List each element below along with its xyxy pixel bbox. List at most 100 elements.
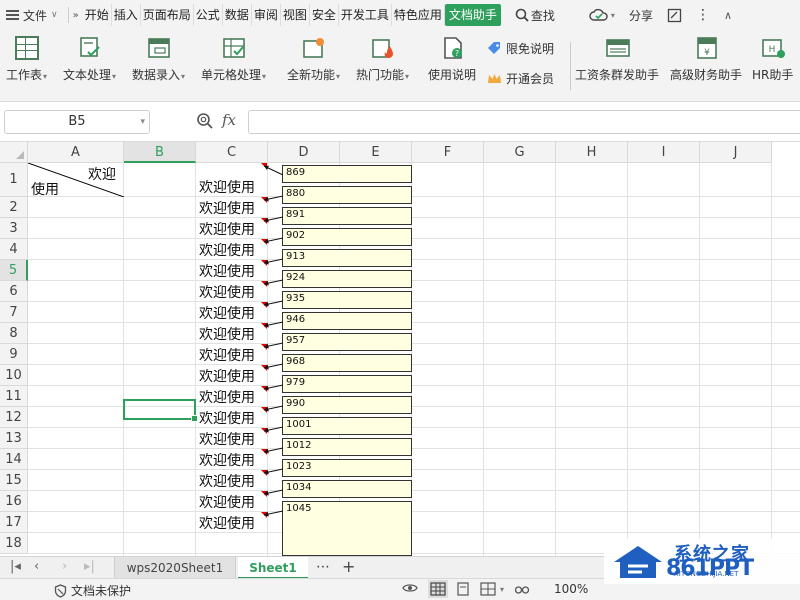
worksheet-button[interactable]: 工作表 [6, 36, 47, 83]
spreadsheet-grid: ABCDEFGHIJ 1 2 3 4 5 6 7 8 9 10 11 12 13 14 15 16 17 18 欢… [0, 142, 800, 556]
payroll-slip-button[interactable]: 工资条群发助手 [575, 36, 660, 83]
cloud-sync-button[interactable]: ▾ [585, 0, 619, 30]
comment-arrowhead [264, 343, 269, 349]
svg-text:¥: ¥ [704, 48, 710, 58]
insert-function-button[interactable]: fx [222, 111, 236, 129]
formula-bar: B5 ▾ fx [0, 102, 800, 142]
page-layout-button[interactable] [456, 582, 470, 596]
cell-reference: B5 [68, 114, 86, 129]
new-features-button[interactable]: 全新功能 [287, 36, 340, 83]
name-box[interactable]: B5 ▾ [4, 110, 150, 134]
fire-grid-icon [371, 39, 393, 58]
tab-5[interactable]: 审阅 [252, 4, 281, 26]
hot-features-label: 热门功能 [356, 66, 409, 83]
text-check-icon [79, 37, 100, 57]
vip-button[interactable]: 开通会员 [487, 70, 554, 87]
tab-3[interactable]: 公式 [194, 4, 223, 26]
page-break-icon [480, 582, 496, 596]
chevron-down-icon: ▾ [140, 117, 145, 127]
hot-features-button[interactable]: 热门功能 [356, 36, 409, 83]
cell-check-icon [222, 38, 245, 58]
data-entry-label: 数据录入 [132, 66, 185, 83]
usage-guide-button[interactable]: ? 使用说明 [428, 36, 477, 83]
search-icon [515, 8, 529, 22]
share-button[interactable]: 分享 [625, 0, 657, 30]
watermark-small-text: XITONGZHIJIA.NET [674, 570, 739, 578]
sheet-tab-sheet1[interactable]: Sheet1 [238, 557, 308, 579]
chevron-up-icon: ∧ [723, 8, 733, 22]
last-sheet-button[interactable]: ▸| [84, 559, 95, 574]
finance-assistant-button[interactable]: ¥ 高级财务助手 [670, 36, 743, 83]
view-eye-button[interactable] [402, 582, 418, 594]
search-button[interactable]: 查找 [511, 0, 559, 30]
tab-0[interactable]: 开始 [83, 4, 112, 26]
more-sheets-icon[interactable]: ⋯ [316, 559, 330, 575]
tab-10[interactable]: 文档助手 [444, 4, 501, 26]
shield-icon [54, 583, 67, 598]
search-label: 查找 [530, 8, 555, 23]
tab-6[interactable]: 视图 [281, 4, 310, 26]
collapse-ribbon-button[interactable]: ∧ [720, 0, 736, 30]
file-menu[interactable]: 文件 ∨ [0, 0, 64, 30]
edit-box-icon [667, 8, 682, 22]
comment-arrowhead [264, 427, 269, 433]
hr-assistant-label: HR助手 [752, 68, 794, 82]
more-icon: ⋮ [695, 7, 710, 23]
data-entry-icon [147, 38, 170, 58]
zoom-level-label: 100% [554, 582, 589, 596]
comment-arrowhead [264, 406, 269, 412]
comment-arrowhead [264, 196, 269, 202]
comment-arrowhead [264, 301, 269, 307]
worksheet-icon [14, 36, 39, 60]
formula-input[interactable] [248, 110, 800, 134]
tab-1[interactable]: 插入 [112, 4, 141, 26]
text-processing-button[interactable]: 文本处理 [63, 36, 116, 83]
normal-view-button[interactable] [428, 580, 448, 598]
vip-label: 开通会员 [506, 72, 555, 86]
comment-arrowhead [264, 280, 269, 286]
tag-icon [488, 42, 500, 54]
finance-assistant-label: 高级财务助手 [670, 68, 743, 82]
cloud-check-icon [589, 8, 608, 21]
comment-arrowhead [264, 385, 269, 391]
finance-icon: ¥ [696, 37, 717, 59]
ribbon-tabs: 开始 插入 页面布局 公式 数据 审阅 视图 安全 开发工具 特色应用 文档助手 [83, 0, 501, 30]
zoom-lookup-icon[interactable] [196, 112, 214, 130]
comment-arrowhead [264, 490, 269, 496]
next-sheet-button[interactable]: › [62, 559, 67, 574]
note-button[interactable] [663, 0, 686, 30]
first-sheet-button[interactable]: |◂ [10, 559, 21, 574]
quick-access-chevron-icon[interactable]: » [73, 10, 79, 21]
selected-cell-b5[interactable] [123, 399, 198, 422]
comment-arrowhead [264, 238, 269, 244]
protect-status-label: 文档未保护 [71, 584, 132, 598]
tab-2[interactable]: 页面布局 [141, 4, 194, 26]
share-label: 分享 [628, 8, 653, 23]
hr-icon: H [762, 39, 786, 58]
sheet-tab-wps2020sheet1[interactable]: wps2020Sheet1 [114, 557, 236, 579]
cell-processing-button[interactable]: 单元格处理 [201, 36, 266, 83]
tab-8[interactable]: 开发工具 [339, 4, 392, 26]
comment-arrowhead [264, 448, 269, 454]
page-break-button[interactable]: ▾ [480, 582, 504, 596]
usage-guide-label: 使用说明 [428, 68, 477, 82]
sparkle-grid-icon [302, 38, 324, 58]
zoom-level[interactable]: 100% [554, 582, 588, 596]
hr-assistant-button[interactable]: H HR助手 [752, 36, 794, 83]
prev-sheet-button[interactable]: ‹ [34, 559, 39, 574]
more-button[interactable]: ⋮ [692, 0, 714, 30]
chevron-down-icon: ▾ [610, 10, 615, 20]
tab-9[interactable]: 特色应用 [392, 4, 445, 26]
svg-text:H: H [769, 45, 776, 55]
tab-7[interactable]: 安全 [310, 4, 339, 26]
protect-status[interactable]: 文档未保护 [54, 582, 131, 599]
data-entry-button[interactable]: 数据录入 [132, 36, 185, 83]
chevron-down-icon: ∨ [51, 10, 58, 20]
free-trial-button[interactable]: 限免说明 [487, 40, 554, 57]
add-sheet-button[interactable]: + [342, 557, 355, 576]
new-features-label: 全新功能 [287, 66, 340, 83]
divider [570, 42, 571, 90]
eye-icon [402, 584, 418, 592]
reading-mode-button[interactable] [514, 582, 530, 596]
tab-4[interactable]: 数据 [223, 4, 252, 26]
